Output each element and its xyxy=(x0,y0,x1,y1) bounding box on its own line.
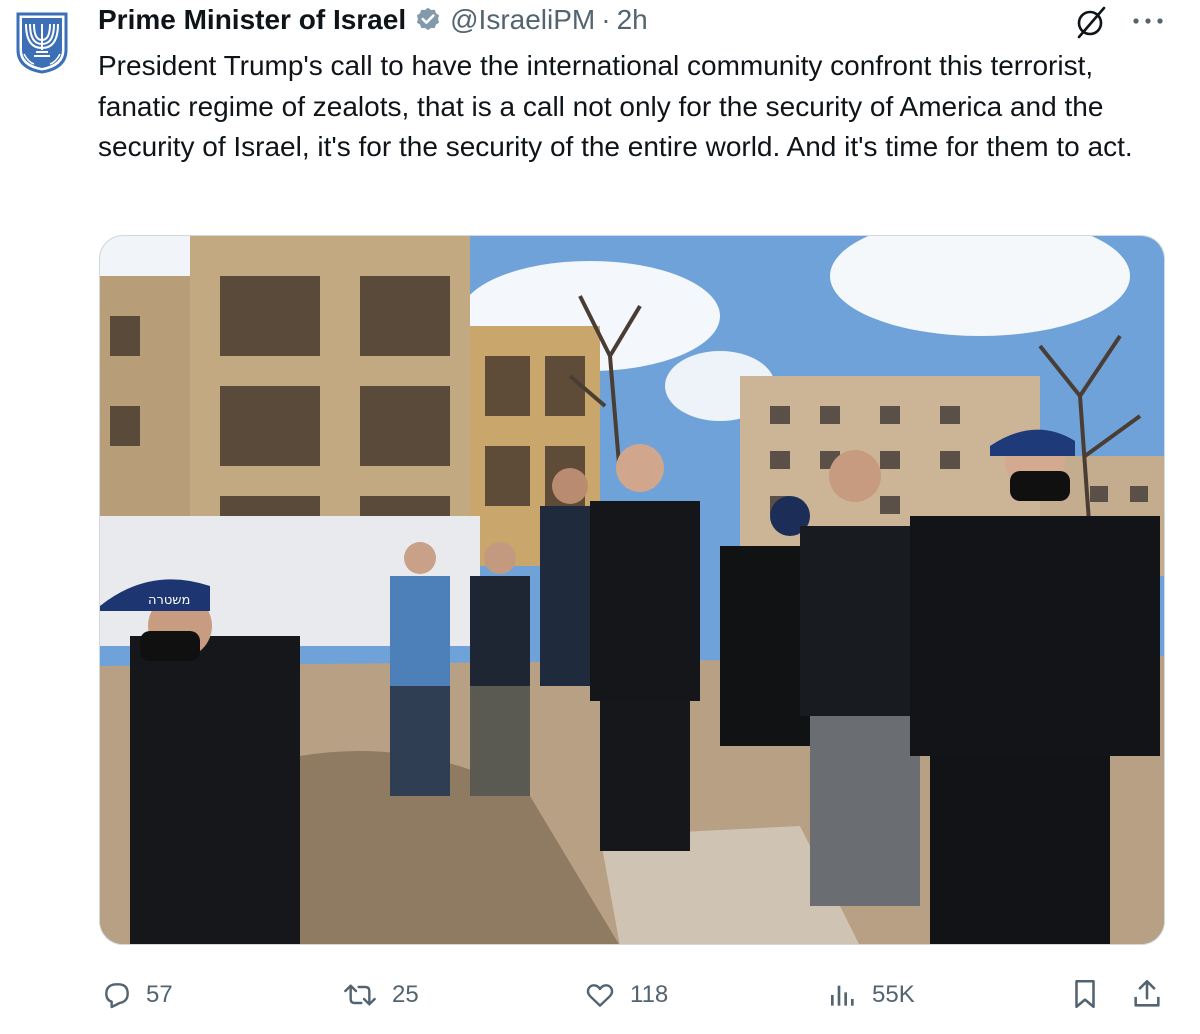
repost-button[interactable]: 25 xyxy=(340,978,419,1012)
reply-button[interactable]: 57 xyxy=(100,978,173,1012)
tweet-actions: 57 25 118 55K xyxy=(0,966,1200,1026)
verified-badge-icon xyxy=(417,7,440,31)
share-icon[interactable] xyxy=(1130,976,1164,1012)
like-button[interactable]: 118 xyxy=(582,978,668,1012)
reply-count: 57 xyxy=(146,981,173,1008)
repost-count: 25 xyxy=(392,981,419,1008)
author-handle[interactable]: @IsraeliPM xyxy=(450,4,595,36)
tweet-text: President Trump's call to have the inter… xyxy=(98,50,1133,162)
menorah-emblem-icon xyxy=(16,12,68,74)
views-chart-icon xyxy=(831,985,854,1006)
reply-icon xyxy=(105,983,129,1009)
timestamp[interactable]: 2h xyxy=(617,4,648,36)
like-count: 118 xyxy=(630,981,669,1008)
cap-text: משטרה xyxy=(148,593,190,608)
more-options-icon[interactable] xyxy=(1128,14,1168,28)
views-count: 55K xyxy=(872,981,915,1008)
avatar[interactable] xyxy=(14,10,70,74)
views-button[interactable]: 55K xyxy=(826,978,915,1012)
separator-dot: · xyxy=(601,4,611,35)
grok-icon[interactable] xyxy=(1070,4,1110,40)
heart-icon xyxy=(586,984,614,1007)
tweet-header: Prime Minister of Israel @IsraeliPM · 2h xyxy=(98,2,648,38)
repost-icon xyxy=(344,984,376,1006)
photo-image: משטרה xyxy=(100,236,1164,944)
author-name[interactable]: Prime Minister of Israel xyxy=(98,4,406,36)
bookmark-icon[interactable] xyxy=(1068,976,1102,1012)
tweet-photo[interactable]: משטרה xyxy=(99,235,1165,945)
